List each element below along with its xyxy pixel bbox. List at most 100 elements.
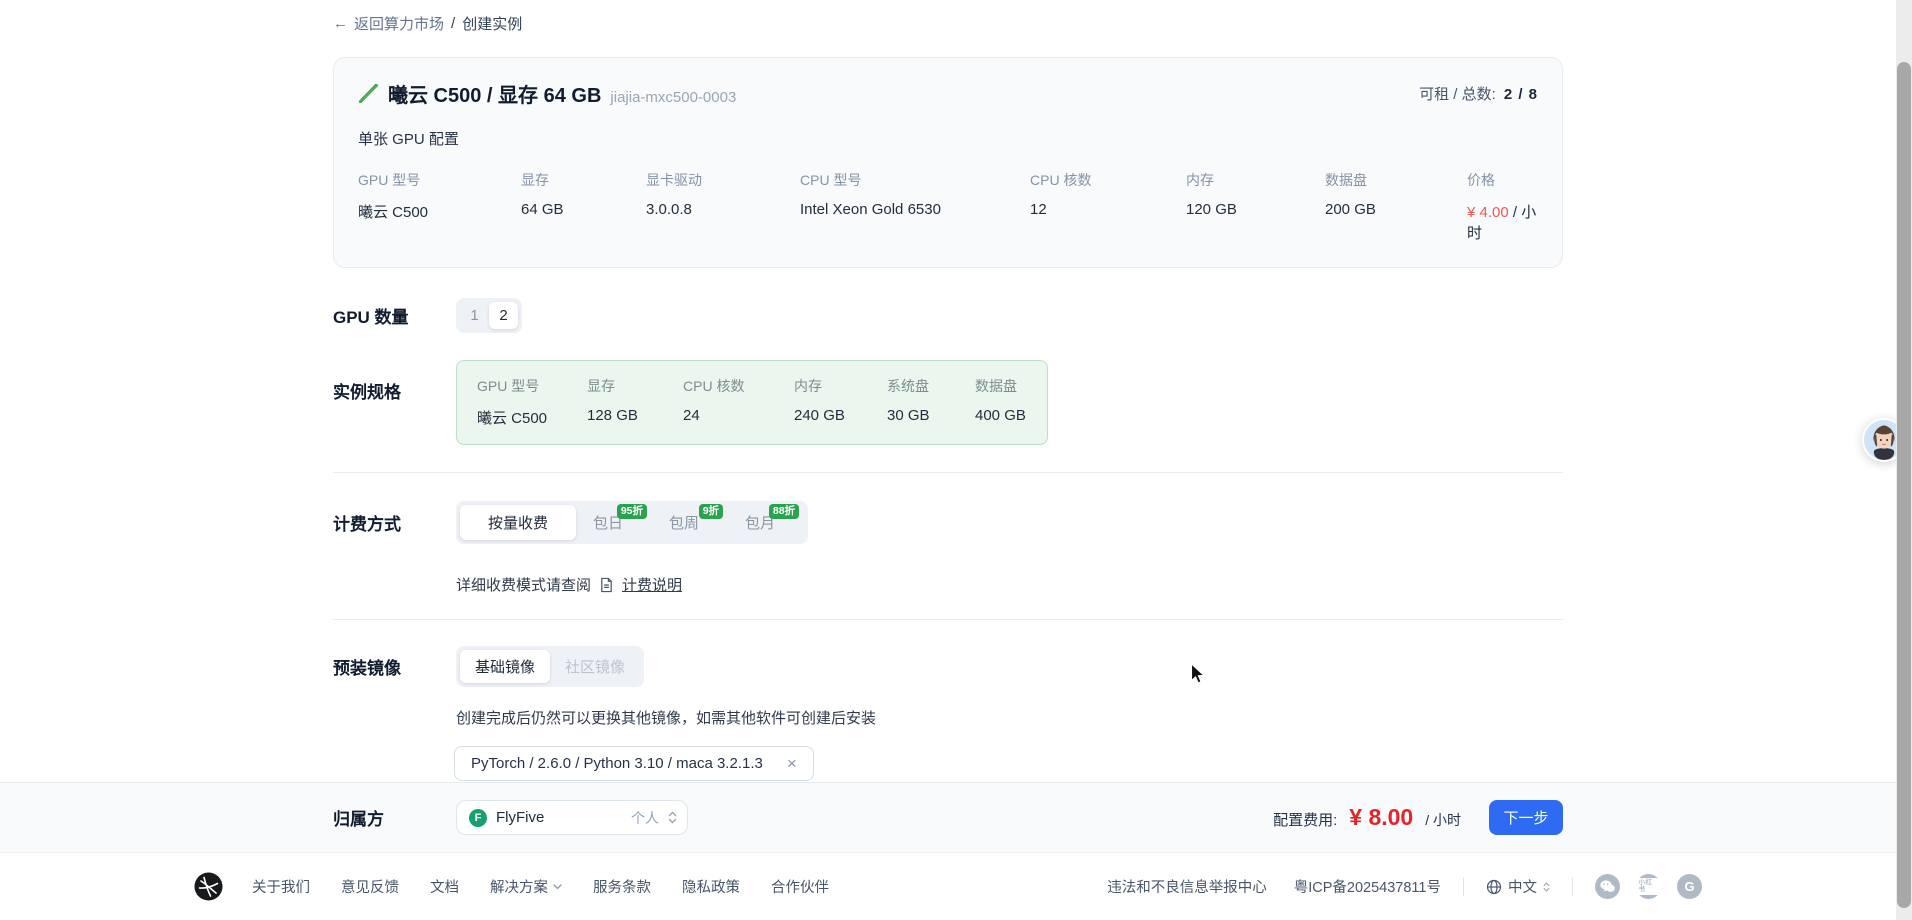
footer: 关于我们 意见反馈 文档 解决方案 服务条款 隐私政策 合作伙伴 违法和不良信息… <box>0 853 1896 920</box>
owner-avatar: F <box>469 809 487 827</box>
cost-summary: 配置费用: ¥ 8.00 / 小时 <box>1273 804 1461 831</box>
gpu-count-section: GPU 数量 1 2 <box>333 298 1563 333</box>
spec-col: 数据盘200 GB <box>1325 170 1467 243</box>
spec-col: 显存128 GB <box>587 376 683 428</box>
discount-badge: 95折 <box>617 504 647 519</box>
gpu-count-option-2[interactable]: 2 <box>489 302 518 329</box>
social-icons: 小红书 G <box>1595 874 1702 899</box>
gpu-count-option-1[interactable]: 1 <box>460 302 489 329</box>
document-icon <box>599 577 614 593</box>
discount-badge: 88折 <box>769 504 799 519</box>
create-instance-page: ← 返回算力市场 / 创建实例 曦云 C500 / 显存 64 GB jiaji… <box>0 0 1896 920</box>
metax-logo-icon <box>358 84 379 103</box>
billing-tab-daily[interactable]: 包日 95折 <box>576 505 640 540</box>
cost-unit: / 小时 <box>1425 810 1461 830</box>
select-chevrons-icon <box>668 810 677 825</box>
gitee-icon[interactable]: G <box>1677 874 1702 899</box>
billing-tab-payg[interactable]: 按量收费 <box>460 505 576 540</box>
spec-col: 系统盘30 GB <box>887 376 975 428</box>
globe-icon <box>1486 879 1502 895</box>
bottom-action-bar: 归属方 F FlyFive 个人 配置费用: ¥ 8.00 / 小时 下一步 <box>0 782 1896 853</box>
back-to-market-link[interactable]: ← 返回算力市场 <box>333 13 444 34</box>
image-tab-community[interactable]: 社区镜像 <box>550 650 640 683</box>
icp-number[interactable]: 粤ICP备2025437811号 <box>1294 876 1441 897</box>
availability: 可租 / 总数:2 / 8 <box>1419 83 1538 104</box>
breadcrumb-current: 创建实例 <box>462 13 522 34</box>
footer-link-feedback[interactable]: 意见反馈 <box>341 876 399 897</box>
footer-link-partners[interactable]: 合作伙伴 <box>771 876 829 897</box>
next-step-button[interactable]: 下一步 <box>1489 800 1563 835</box>
language-label: 中文 <box>1508 876 1537 897</box>
host-title: 曦云 C500 / 显存 64 GB <box>388 79 601 108</box>
discount-badge: 9折 <box>699 504 723 519</box>
selected-image-tag[interactable]: PyTorch / 2.6.0 / Python 3.10 / maca 3.2… <box>454 746 814 781</box>
language-switcher[interactable]: 中文 <box>1486 876 1550 897</box>
gpu-count-segmented: 1 2 <box>456 298 522 333</box>
availability-value: 2 / 8 <box>1504 86 1538 103</box>
image-section: 预装镜像 基础镜像 社区镜像 <box>333 646 1563 687</box>
image-hint: 创建完成后仍然可以更换其他镜像，如需其他软件可创建后安装 <box>456 707 1563 728</box>
spec-col: GPU 型号曦云 C500 <box>477 376 587 428</box>
image-label: 预装镜像 <box>333 654 456 679</box>
owner-label: 归属方 <box>333 805 456 830</box>
spec-col: 数据盘400 GB <box>975 376 1027 428</box>
billing-note: 详细收费模式请查阅 计费说明 <box>456 574 1563 595</box>
selected-image-name: PyTorch / 2.6.0 / Python 3.10 / maca 3.2… <box>471 755 763 772</box>
scrollbar-thumb[interactable] <box>1897 62 1911 908</box>
footer-divider <box>1572 878 1573 896</box>
billing-segmented: 按量收费 包日 95折 包周 9折 包月 88折 <box>456 501 808 544</box>
footer-link-docs[interactable]: 文档 <box>430 876 459 897</box>
billing-label: 计费方式 <box>333 510 456 535</box>
close-icon[interactable]: × <box>787 755 797 772</box>
hourly-price: ¥ 4.00 <box>1467 204 1509 221</box>
wechat-icon[interactable] <box>1595 874 1620 899</box>
breadcrumb-back-label: 返回算力市场 <box>354 13 444 34</box>
chevron-down-icon <box>553 884 562 890</box>
image-tab-base[interactable]: 基础镜像 <box>460 650 550 683</box>
scrollbar-track[interactable] <box>1896 0 1912 920</box>
instance-spec-label: 实例规格 <box>333 360 456 403</box>
owner-select[interactable]: F FlyFive 个人 <box>456 800 688 835</box>
cost-value: ¥ 8.00 <box>1349 804 1413 831</box>
billing-tab-weekly[interactable]: 包周 9折 <box>652 505 716 540</box>
billing-section: 计费方式 按量收费 包日 95折 包周 9折 包月 88折 <box>333 501 1563 544</box>
spec-col: 内存240 GB <box>794 376 887 428</box>
single-gpu-config-label: 单张 GPU 配置 <box>358 128 1538 149</box>
spec-col: 显存64 GB <box>521 170 646 243</box>
breadcrumb: ← 返回算力市场 / 创建实例 <box>333 0 1563 34</box>
back-arrow-icon: ← <box>333 15 348 32</box>
section-divider <box>333 472 1563 473</box>
footer-link-about[interactable]: 关于我们 <box>252 876 310 897</box>
price-col: 价格 ¥ 4.00 / 小时 <box>1467 170 1538 243</box>
footer-link-terms[interactable]: 服务条款 <box>593 876 651 897</box>
spec-col: GPU 型号曦云 C500 <box>358 170 521 243</box>
cost-label: 配置费用: <box>1273 809 1337 830</box>
spec-col: CPU 型号Intel Xeon Gold 6530 <box>800 170 1030 243</box>
spec-col: CPU 核数24 <box>683 376 794 428</box>
billing-tab-monthly[interactable]: 包月 88折 <box>728 505 792 540</box>
section-divider <box>333 619 1563 620</box>
instance-spec-panel: GPU 型号曦云 C500 显存128 GB CPU 核数24 内存240 GB… <box>456 360 1048 445</box>
instance-spec-section: 实例规格 GPU 型号曦云 C500 显存128 GB CPU 核数24 内存2… <box>333 360 1563 445</box>
gpu-count-label: GPU 数量 <box>333 303 456 328</box>
image-segmented: 基础镜像 社区镜像 <box>456 646 644 687</box>
footer-link-privacy[interactable]: 隐私政策 <box>682 876 740 897</box>
billing-note-text: 详细收费模式请查阅 <box>456 574 591 595</box>
footer-nav: 关于我们 意见反馈 文档 解决方案 服务条款 隐私政策 合作伙伴 <box>252 876 829 897</box>
brand-logo-icon <box>194 872 223 901</box>
billing-doc-link[interactable]: 计费说明 <box>622 574 682 595</box>
xiaohongshu-icon[interactable]: 小红书 <box>1636 874 1661 899</box>
select-chevrons-icon <box>1543 881 1550 893</box>
host-instance-id: jiajia-mxc500-0003 <box>610 89 736 106</box>
footer-divider <box>1463 878 1464 896</box>
owner-name: FlyFive <box>496 809 544 826</box>
owner-type: 个人 <box>631 808 659 828</box>
host-card: 曦云 C500 / 显存 64 GB jiajia-mxc500-0003 可租… <box>333 57 1563 268</box>
footer-link-solutions[interactable]: 解决方案 <box>490 876 562 897</box>
spec-col: 内存120 GB <box>1186 170 1325 243</box>
host-spec-table: GPU 型号曦云 C500 显存64 GB 显卡驱动3.0.0.8 CPU 型号… <box>358 170 1538 243</box>
breadcrumb-separator: / <box>451 15 455 32</box>
spec-col: 显卡驱动3.0.0.8 <box>646 170 800 243</box>
report-center-link[interactable]: 违法和不良信息举报中心 <box>1107 876 1267 897</box>
spec-col: CPU 核数12 <box>1030 170 1186 243</box>
